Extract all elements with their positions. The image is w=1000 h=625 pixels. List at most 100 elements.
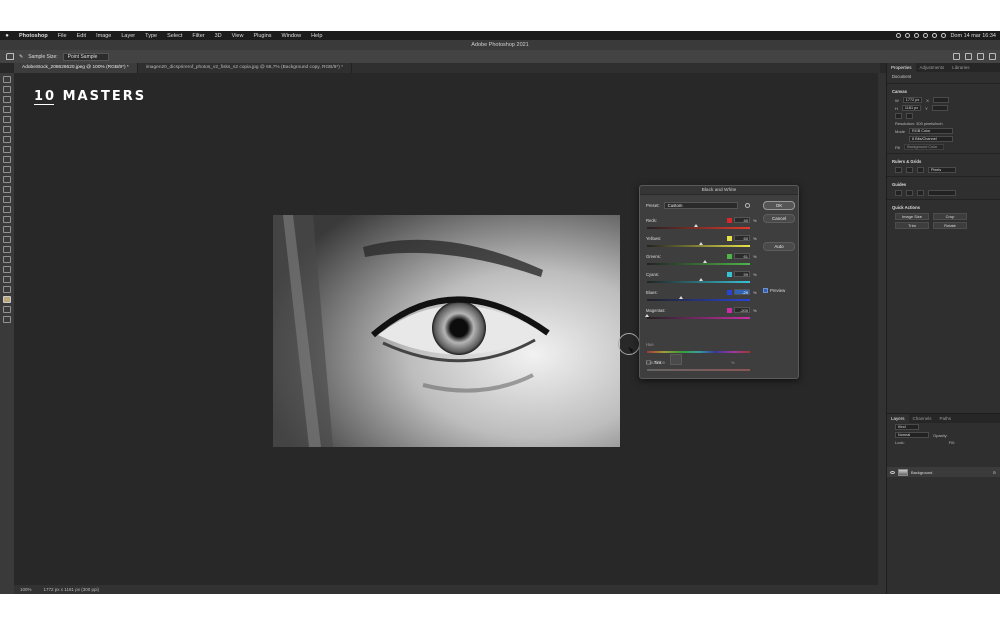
cancel-button[interactable]: Cancel bbox=[763, 214, 795, 223]
stamp-tool-icon[interactable] bbox=[3, 166, 11, 173]
pen-tool-icon[interactable] bbox=[3, 226, 11, 233]
menu-filter[interactable]: Filter bbox=[187, 33, 209, 39]
type-tool-icon[interactable] bbox=[3, 236, 11, 243]
gear-icon[interactable] bbox=[744, 203, 750, 208]
tab-properties[interactable]: Properties bbox=[887, 63, 916, 72]
mode-select[interactable]: RGB Color bbox=[909, 128, 954, 134]
menu-plugins[interactable]: Plugins bbox=[248, 33, 276, 39]
hue-track[interactable] bbox=[647, 351, 750, 353]
width-field[interactable]: 1772 px bbox=[902, 97, 923, 103]
marquee-tool-icon[interactable] bbox=[3, 86, 11, 93]
preset-select[interactable]: Custom bbox=[663, 202, 738, 209]
menu-file[interactable]: File bbox=[53, 33, 72, 39]
grid-snap-icon[interactable] bbox=[917, 167, 924, 173]
blend-mode-select[interactable]: Normal bbox=[895, 432, 929, 438]
preview-checkbox[interactable] bbox=[763, 288, 768, 293]
image-size-button[interactable]: Image Size bbox=[895, 213, 929, 220]
height-field[interactable]: 1181 px bbox=[901, 105, 922, 111]
canvas-section-title[interactable]: Canvas bbox=[887, 86, 1000, 96]
status-icon[interactable] bbox=[896, 33, 902, 38]
eraser-tool-icon[interactable] bbox=[3, 186, 11, 193]
layer-row[interactable]: Background ⊙ bbox=[887, 467, 1000, 477]
more-tools-icon[interactable] bbox=[3, 286, 11, 293]
wifi-icon[interactable] bbox=[923, 33, 929, 38]
menu-select[interactable]: Select bbox=[162, 33, 187, 39]
slider-value-input[interactable]: 60 bbox=[734, 235, 750, 241]
search-icon[interactable] bbox=[965, 53, 972, 60]
healing-tool-icon[interactable] bbox=[3, 146, 11, 153]
slider-yellows[interactable]: Yellows: 60% bbox=[646, 235, 758, 254]
tab-paths[interactable]: Paths bbox=[936, 414, 956, 423]
slider-value-input[interactable]: 59 bbox=[734, 271, 750, 277]
share-document-icon[interactable] bbox=[989, 53, 996, 60]
trim-button[interactable]: Trim bbox=[895, 222, 929, 229]
document-image[interactable] bbox=[273, 215, 620, 447]
brush-tool-icon[interactable] bbox=[3, 156, 11, 163]
slider-cyans[interactable]: Cyans: 59% bbox=[646, 271, 758, 290]
rulers-section-title[interactable]: Rulers & Grids bbox=[887, 156, 1000, 166]
guides-lock-icon[interactable] bbox=[906, 190, 913, 196]
y-field[interactable] bbox=[931, 105, 948, 111]
control-center-icon[interactable] bbox=[941, 33, 947, 38]
menu-image[interactable]: Image bbox=[91, 33, 116, 39]
slider-value-input[interactable]: -29 bbox=[734, 289, 750, 295]
quick-actions-title[interactable]: Quick Actions bbox=[887, 202, 1000, 212]
lasso-tool-icon[interactable] bbox=[3, 96, 11, 103]
slider-thumb[interactable] bbox=[645, 314, 649, 317]
menu-layer[interactable]: Layer bbox=[116, 33, 140, 39]
auto-button[interactable]: Auto bbox=[763, 242, 795, 251]
sync-icon[interactable] bbox=[914, 33, 920, 38]
slider-track[interactable] bbox=[647, 263, 750, 265]
landscape-icon[interactable] bbox=[906, 113, 913, 119]
menu-type[interactable]: Type bbox=[140, 33, 162, 39]
move-tool-icon[interactable] bbox=[3, 76, 11, 83]
tab-libraries[interactable]: Libraries bbox=[948, 63, 973, 72]
history-brush-icon[interactable] bbox=[3, 176, 11, 183]
rectangle-tool-icon[interactable] bbox=[3, 256, 11, 263]
dropbox-icon[interactable] bbox=[905, 33, 911, 38]
menu-window[interactable]: Window bbox=[277, 33, 307, 39]
preview-option[interactable]: Preview bbox=[763, 288, 785, 293]
menu-photoshop[interactable]: Photoshop bbox=[14, 33, 53, 39]
layer-kind-filter[interactable]: Kind bbox=[895, 424, 919, 430]
doc-tab-active[interactable]: AdobeStock_208626620.jpeg @ 100% (RGB/8*… bbox=[14, 63, 138, 73]
frame-tool-icon[interactable] bbox=[3, 126, 11, 133]
menu-3d[interactable]: 3D bbox=[210, 33, 227, 39]
foreground-color-swatch[interactable] bbox=[3, 296, 11, 303]
slider-thumb[interactable] bbox=[698, 278, 703, 281]
slider-track[interactable] bbox=[647, 245, 750, 247]
path-select-tool-icon[interactable] bbox=[3, 246, 11, 253]
menubar-clock[interactable]: Dom 14 mar 16:34 bbox=[950, 33, 996, 39]
eyedropper-tool-icon[interactable]: ✎ bbox=[19, 54, 23, 60]
slider-thumb[interactable] bbox=[678, 296, 683, 299]
guide-color-select[interactable] bbox=[928, 190, 956, 196]
slider-greens[interactable]: Greens: 61% bbox=[646, 253, 758, 272]
grid-icon[interactable] bbox=[906, 167, 913, 173]
doc-tab-second[interactable]: imagen20_dicsprirerof_photos_v2_fisks_s2… bbox=[138, 63, 353, 73]
guides-new-icon[interactable] bbox=[917, 190, 924, 196]
crop-button[interactable]: Crop bbox=[933, 213, 967, 220]
guides-section-title[interactable]: Guides bbox=[887, 179, 1000, 189]
zoom-level[interactable]: 100% bbox=[20, 587, 32, 592]
units-select[interactable]: Pixels bbox=[928, 167, 956, 173]
document-info[interactable]: 1772 px x 1181 px (300 ppi) bbox=[44, 587, 99, 592]
vertical-scrollbar[interactable] bbox=[878, 73, 886, 594]
zoom-tool-icon[interactable] bbox=[3, 276, 11, 283]
slider-thumb[interactable] bbox=[694, 224, 699, 227]
slider-track[interactable] bbox=[647, 317, 750, 319]
dodge-tool-icon[interactable] bbox=[3, 216, 11, 223]
slider-track[interactable] bbox=[647, 299, 750, 301]
saturation-slider[interactable]: Saturation % bbox=[646, 360, 758, 378]
sample-size-select[interactable]: Point Sample bbox=[62, 52, 109, 61]
menu-help[interactable]: Help bbox=[306, 33, 327, 39]
blur-tool-icon[interactable] bbox=[3, 206, 11, 213]
rotate-button[interactable]: Rotate bbox=[933, 222, 967, 229]
slider-value-input[interactable]: 61 bbox=[734, 253, 750, 259]
fill-select[interactable]: Background Color bbox=[904, 144, 945, 150]
eye-icon[interactable] bbox=[890, 470, 895, 474]
gradient-tool-icon[interactable] bbox=[3, 196, 11, 203]
hand-tool-icon[interactable] bbox=[3, 266, 11, 273]
saturation-track[interactable] bbox=[647, 369, 750, 371]
eyedropper-tool-icon[interactable] bbox=[3, 136, 11, 143]
menu-view[interactable]: View bbox=[227, 33, 249, 39]
